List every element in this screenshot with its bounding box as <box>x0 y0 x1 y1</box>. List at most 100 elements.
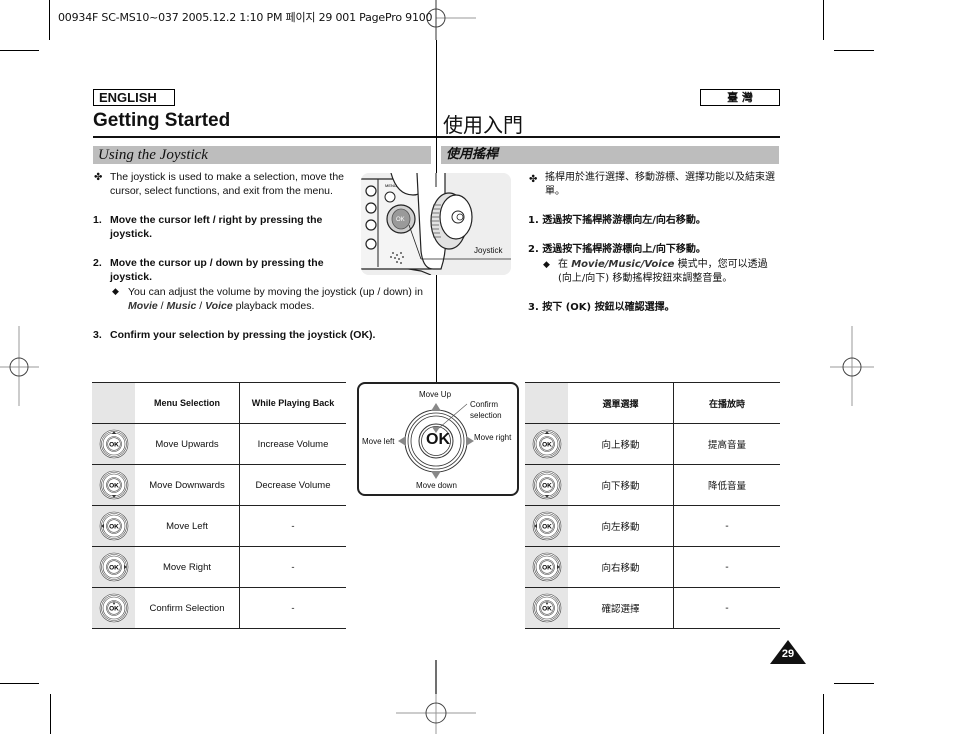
header-while-playing-zh: 在播放時 <box>673 382 780 424</box>
menu-cell: 向右移動 <box>568 546 674 588</box>
menu-cell: Confirm Selection <box>135 587 240 629</box>
crop-mark <box>823 694 824 734</box>
joystick-left-icon: OK <box>99 511 129 541</box>
playback-cell: Decrease Volume <box>239 464 346 506</box>
table-header-row: 選單選擇 在播放時 <box>525 382 780 424</box>
header-menu-selection-zh: 選單選擇 <box>568 382 674 424</box>
joystick-right-icon: OK <box>99 552 129 582</box>
arrow-down-icon <box>431 471 441 479</box>
step-1-text-zh: 透過按下搖桿將游標向左/向右移動。 <box>542 215 706 226</box>
menu-cell: Move Left <box>135 505 240 547</box>
volume-note-zh: 在 Movie/Music/Voice 模式中，您可以透過 (向上/向下) 移動… <box>558 258 778 286</box>
step-3-text-zh: 按下 (OK) 按鈕以確認選擇。 <box>542 302 675 313</box>
joystick-down-icon: OK <box>99 470 129 500</box>
crop-mark <box>834 683 874 684</box>
step-3-en: 3. Confirm your selection by pressing th… <box>93 328 413 342</box>
modes-zh: Movie/Music/Voice <box>571 259 675 270</box>
svg-text:OK: OK <box>109 524 119 531</box>
diagram-up-label: Move Up <box>419 390 452 399</box>
registration-mark-right <box>830 326 874 406</box>
page-number: 29 <box>781 648 795 660</box>
crop-mark <box>0 683 39 684</box>
confirm-line-2: selection <box>470 411 502 420</box>
step-2-num-zh: 2. <box>528 244 539 255</box>
mode-voice: Voice <box>205 300 233 312</box>
svg-text:OK: OK <box>542 442 552 449</box>
table-row: OK Move Left - <box>92 505 346 547</box>
header-icon-cell <box>525 382 568 424</box>
diagram-down-label: Move down <box>416 481 457 490</box>
step-2-zh: 2. 透過按下搖桿將游標向上/向下移動。 <box>528 243 778 257</box>
print-header: 00934F SC-MS10~037 2005.12.2 1:10 PM 페이지… <box>58 11 433 24</box>
step-3-zh: 3. 按下 (OK) 按鈕以確認選擇。 <box>528 301 778 315</box>
table-row: OK 向上移動 提高音量 <box>525 423 780 465</box>
step-2-text: Move the cursor up / down by pressing th… <box>110 257 324 283</box>
table-header-row: Menu Selection While Playing Back <box>92 382 346 424</box>
note-post: playback modes. <box>232 300 315 312</box>
note-pre-zh: 在 <box>558 259 572 270</box>
table-row: OK 向右移動 - <box>525 546 780 588</box>
header-icon-cell <box>92 382 135 424</box>
table-row: OK 向下移動 降低音量 <box>525 464 780 506</box>
playback-cell: - <box>673 546 780 588</box>
note-bullet-zh: ◆ <box>543 259 550 269</box>
crop-mark <box>823 0 824 40</box>
intro-text-en: The joystick is used to make a selection… <box>110 171 345 197</box>
camera-drawing: MENU OK <box>361 173 511 275</box>
step-1-zh: 1. 透過按下搖桿將游標向左/向右移動。 <box>528 214 778 228</box>
arrow-left-icon <box>398 436 406 446</box>
menu-cell: 向左移動 <box>568 505 674 547</box>
note-bullet-en: ◆ <box>112 286 119 296</box>
joystick-left-icon: OK <box>532 511 562 541</box>
mode-sep: / <box>196 300 206 312</box>
step-1-text: Move the cursor left / right by pressing… <box>110 214 323 240</box>
playback-cell: Increase Volume <box>239 423 346 465</box>
joystick-press-icon: OK <box>99 593 129 623</box>
svg-text:OK: OK <box>109 565 119 572</box>
arrow-up-icon <box>431 403 441 411</box>
crop-mark <box>50 694 51 734</box>
table-row: OK Move Right - <box>92 546 346 588</box>
diagram-right-label: Move right <box>474 433 512 442</box>
page-title-zh: 使用入門 <box>443 113 523 137</box>
playback-cell: - <box>673 505 780 547</box>
joystick-press-icon: OK <box>532 593 562 623</box>
step-2-text-zh: 透過按下搖桿將游標向上/向下移動。 <box>542 244 706 255</box>
playback-cell: - <box>239 587 346 629</box>
table-row: OK Confirm Selection - <box>92 587 346 629</box>
intro-bullet-zh: ✤ <box>529 174 538 185</box>
svg-text:OK: OK <box>109 606 119 613</box>
step-1-num-zh: 1. <box>528 215 539 226</box>
joystick-callout-label: Joystick <box>474 246 503 255</box>
menu-cell: 向上移動 <box>568 423 674 465</box>
joystick-up-icon: OK <box>99 429 129 459</box>
section-heading-en: Using the Joystick <box>93 146 431 164</box>
page-title-en: Getting Started <box>93 110 231 131</box>
playback-cell: - <box>673 587 780 629</box>
diagram-left-label: Move left <box>362 437 395 446</box>
step-2-en: 2. Move the cursor up / down by pressing… <box>93 256 355 284</box>
menu-cell: Move Right <box>135 546 240 588</box>
diagram-confirm-label: Confirm selection <box>470 399 502 421</box>
menu-cell: Move Downwards <box>135 464 240 506</box>
section-heading-zh: 使用搖桿 <box>441 146 779 164</box>
table-row: OK Move Downwards Decrease Volume <box>92 464 346 506</box>
joystick-direction-diagram: OK Move Up Move down Move left Move righ… <box>357 382 519 496</box>
step-3-num-zh: 3. <box>528 302 539 313</box>
intro-text-zh: 搖桿用於進行選擇、移動游標、選擇功能以及結束選單。 <box>545 172 775 197</box>
note-pre: You can adjust the volume by moving the … <box>128 286 423 298</box>
playback-cell: - <box>239 505 346 547</box>
diagram-center-label: OK <box>426 431 450 448</box>
playback-cell: - <box>239 546 346 588</box>
registration-mark-left <box>0 326 39 406</box>
step-2-num: 2. <box>93 257 102 269</box>
menu-cell: 向下移動 <box>568 464 674 506</box>
registration-mark-bottom <box>396 660 476 734</box>
language-label-zh: 臺 灣 <box>700 89 780 106</box>
crop-mark <box>834 50 874 51</box>
crop-mark <box>49 0 50 40</box>
joystick-right-icon: OK <box>532 552 562 582</box>
table-row: OK 確認選擇 - <box>525 587 780 629</box>
mode-movie: Movie <box>128 300 158 312</box>
crop-mark <box>0 50 39 51</box>
